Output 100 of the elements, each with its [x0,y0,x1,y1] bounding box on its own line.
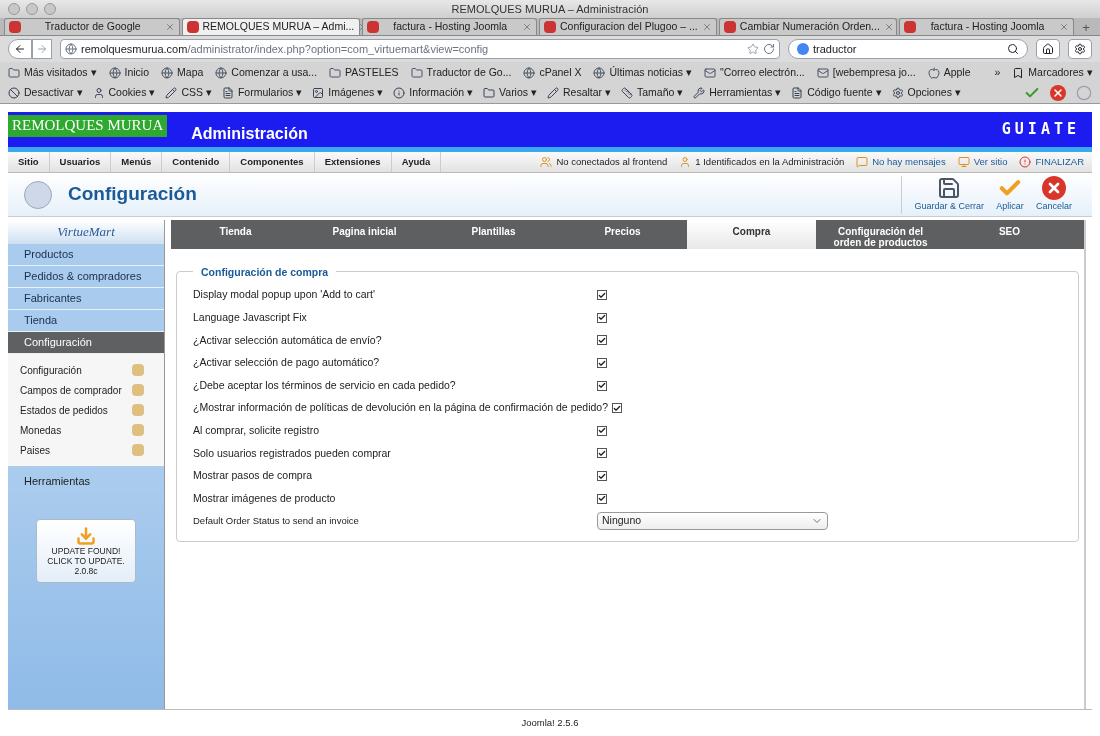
addon-button[interactable] [1068,39,1092,59]
config-tab[interactable]: Plantillas [429,220,558,249]
sidebar-link[interactable]: Campos de comprador [8,382,164,398]
status-link[interactable]: No conectados al frontend [540,154,668,170]
bookmark-link[interactable]: Apple [927,64,971,81]
sidebar-section[interactable]: Configuración [8,332,164,354]
toolbar-button[interactable]: Guardar & Cerrar [910,175,988,214]
checkbox[interactable] [612,403,622,414]
new-tab-button[interactable]: + [1076,19,1096,35]
status-link[interactable]: FINALIZAR [1019,154,1084,170]
bookmark-link[interactable]: Traductor de Go... [410,64,512,81]
toolbar-menu-label: Imágenes ▾ [328,85,384,101]
close-tab-icon[interactable] [522,22,533,32]
back-button[interactable] [8,39,32,59]
checkbox[interactable] [597,358,607,369]
menu-item[interactable]: Contenido [162,152,231,172]
sidebar-link[interactable]: Estados de pedidos [8,402,164,418]
status-link[interactable]: No hay mensajes [856,154,946,170]
toolbar-menu[interactable]: Cookies ▾ [92,85,156,101]
more-bookmarks[interactable]: » [994,64,1001,81]
toolbar-button[interactable]: Aplicar [991,175,1028,214]
checkbox[interactable] [597,471,607,482]
config-tab[interactable]: Compra [687,220,816,249]
menu-item[interactable]: Componentes [230,152,315,172]
home-button[interactable] [1036,39,1060,59]
error-icon[interactable] [1050,85,1066,101]
status-select[interactable]: Ninguno [597,512,828,531]
toolbar-menu-label: Opciones ▾ [907,85,961,101]
bookmark-link[interactable]: Últimas noticias ▾ [593,64,692,81]
browser-tab[interactable]: REMOLQUES MURUA – Admi... [181,18,360,35]
sidebar-section[interactable]: Productos [8,244,164,266]
menu-item[interactable]: Ayuda [391,152,442,172]
browser-tab[interactable]: Traductor de Google [4,18,180,35]
toolbar-menu[interactable]: Información ▾ [393,85,474,101]
tool-icon [92,87,105,99]
toolbar-menu[interactable]: Opciones ▾ [891,85,961,101]
tool-icon [8,87,20,99]
sidebar-link[interactable]: Monedas [8,422,164,438]
bookmark-link[interactable]: Comenzar a usa... [215,64,318,81]
toolbar-menu[interactable]: Varios ▾ [483,85,537,101]
check-icon [598,336,606,345]
search-field[interactable]: traductor [788,39,1028,59]
menu-item[interactable]: Sitio [8,152,50,172]
toolbar-menu[interactable]: Herramientas ▾ [693,85,782,101]
close-tab-icon[interactable] [701,22,712,32]
setting-label: ¿Activar selección automática de envío? [193,332,383,348]
checkbox[interactable] [597,425,607,436]
sidebar-section[interactable]: Tienda [8,310,164,332]
checkbox[interactable] [597,380,607,391]
close-tab-icon[interactable] [164,22,175,32]
config-tab[interactable]: SEO [945,220,1074,249]
config-tab[interactable]: Configuración del orden de productos [816,220,945,249]
menu-item[interactable]: Extensiones [314,152,392,172]
forward-button[interactable] [32,39,52,59]
status-link[interactable]: Ver sitio [957,154,1008,170]
bookmark-link[interactable]: [webempresa jo... [816,64,916,81]
bookmark-link[interactable]: PASTELES [329,64,399,81]
sidebar-section[interactable]: Fabricantes [8,288,164,310]
bookmark-link[interactable]: Más visitados ▾ [8,64,97,81]
sidebar-link[interactable]: Configuración [8,362,164,378]
star-icon[interactable] [747,43,759,55]
bookmarks-menu[interactable]: Marcadores ▾ [1012,64,1093,81]
browser-tab[interactable]: Configuracion del Plugoo – ... [539,18,717,35]
browser-tab[interactable]: factura - Hosting Joomla [361,18,538,35]
config-tab[interactable]: Tienda [171,220,300,249]
checkbox[interactable] [597,335,607,346]
browser-tab[interactable]: factura - Hosting Joomla [898,18,1075,35]
bookmark-icon [523,66,536,79]
toolbar-menu[interactable]: Resaltar ▾ [546,85,611,101]
toolbar-menu[interactable]: Tamaño ▾ [621,85,684,101]
toolbar-button[interactable]: Cancelar [1031,175,1076,214]
bookmark-link[interactable]: Inicio [108,64,150,81]
toolbar-menu[interactable]: Formularios ▾ [221,85,303,101]
checkbox[interactable] [597,312,607,323]
toolbar-menu[interactable]: Imágenes ▾ [312,85,384,101]
menu-item[interactable]: Menús [111,152,163,172]
checkbox[interactable] [597,448,607,459]
reload-icon[interactable] [763,43,775,55]
status-link[interactable]: 1 Identificados en la Administración [679,154,845,170]
close-tab-icon[interactable] [1059,22,1070,32]
toolbar-menu[interactable]: Código fuente ▾ [791,85,882,101]
bookmark-link[interactable]: Mapa [161,64,204,81]
toolbar-menu[interactable]: Desactivar ▾ [8,85,83,101]
browser-tab[interactable]: Cambiar Numeración Orden... [718,18,897,35]
tool-icon [791,87,804,99]
checkbox[interactable] [597,290,607,301]
close-tab-icon[interactable] [883,22,894,32]
sidebar-link[interactable]: Paises [8,442,164,458]
menu-item[interactable]: Usuarios [49,152,112,172]
bookmark-link[interactable]: "Correo electrón... [703,64,805,81]
sidebar-section[interactable]: Pedidos & compradores [8,266,164,288]
update-button[interactable]: UPDATE FOUND! CLICK TO UPDATE. 2.0.8c [36,519,136,583]
tool-icon [221,87,234,99]
checkbox[interactable] [597,493,607,504]
search-icon[interactable] [1007,43,1019,55]
config-tab[interactable]: Precios [558,220,687,249]
address-field[interactable]: remolquesmurua.com/administrator/index.php?option=com_virtuemart&view=config [60,39,780,59]
bookmark-link[interactable]: cPanel X [523,64,582,81]
config-tab[interactable]: Pagina inicial [300,220,429,249]
toolbar-menu[interactable]: CSS ▾ [165,85,212,101]
